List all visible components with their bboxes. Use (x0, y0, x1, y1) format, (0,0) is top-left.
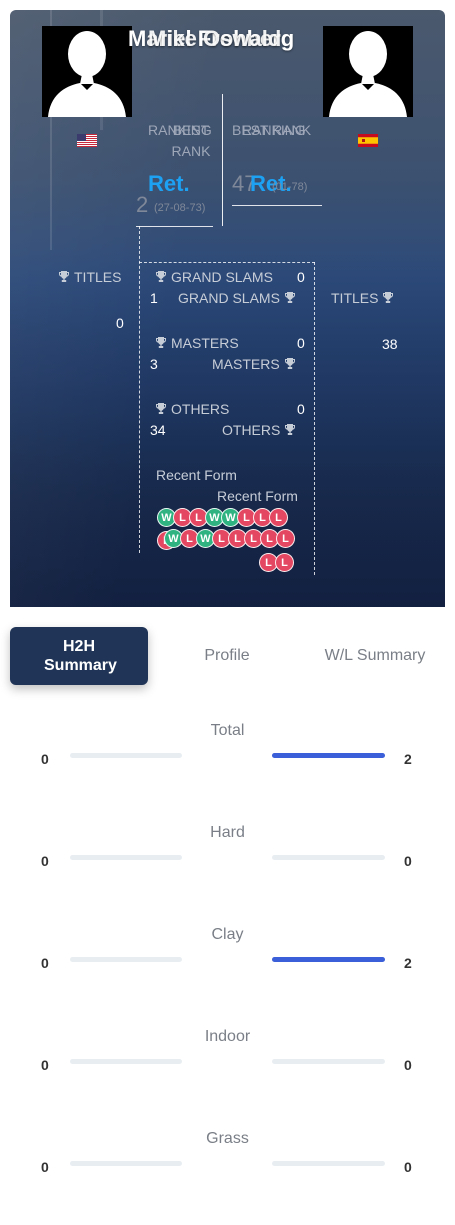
titles-count-left: 0 (116, 315, 124, 331)
surface-right-count: 2 (404, 751, 412, 767)
surface-right-bar (272, 753, 385, 758)
surface-right-bar (272, 1161, 385, 1166)
grand-slams-count-left: 1 (150, 290, 158, 306)
trophy-icon (156, 337, 166, 348)
recent-form-label-left: Recent Form (156, 467, 237, 483)
others-label-lower: OTHERS (222, 422, 300, 438)
surface-right-bar (272, 957, 385, 962)
h2h-header: Mariel Frohberg Mike Oswald RANKING BEST… (10, 10, 445, 607)
others-label-upper: OTHERS (151, 401, 229, 417)
us-flag-icon (77, 134, 97, 147)
best-rank-label-left: BEST RANK (171, 122, 211, 159)
surface-right-count: 0 (404, 1057, 412, 1073)
masters-count-left: 3 (150, 356, 158, 372)
masters-label-upper: MASTERS (151, 335, 239, 351)
masters-count-right: 0 (297, 335, 305, 351)
player-right-name[interactable]: Mike Oswald (148, 26, 281, 52)
surface-title: Clay (211, 926, 244, 943)
form-badge-right: L (275, 553, 294, 572)
best-rank-date-left: (27-08-73) (154, 202, 206, 214)
titles-count-right: 38 (382, 336, 398, 352)
surface-left-bar (70, 957, 182, 962)
surface-left-count: 0 (41, 1057, 49, 1073)
trophy-icon (156, 271, 166, 282)
surface-right-bar-fill (272, 957, 385, 962)
rank-underline-left (136, 226, 213, 227)
surface-left-count: 0 (41, 853, 49, 869)
grand-slams-label-upper: GRAND SLAMS (151, 269, 273, 285)
player-right-avatar[interactable] (323, 26, 413, 117)
stats-divider-right (314, 262, 315, 575)
surface-right-bar (272, 1059, 385, 1064)
surface-left-bar (70, 855, 182, 860)
titles-label-left: TITLES (54, 269, 121, 285)
surface-title: Hard (210, 824, 245, 841)
center-divider (222, 94, 223, 226)
best-rank-date-right: (01-78) (272, 181, 308, 193)
tab-wl-summary[interactable]: W/L Summary (315, 647, 435, 665)
surface-right-bar (272, 855, 385, 860)
form-badge-left: L (269, 508, 288, 527)
surface-right-count: 2 (404, 955, 412, 971)
surface-right-count: 0 (404, 1159, 412, 1175)
surface-title: Grass (206, 1130, 249, 1147)
trophy-icon (284, 358, 295, 369)
grand-slams-count-right: 0 (297, 269, 305, 285)
best-rank-value-left: 2 (136, 192, 149, 217)
stats-divider-left (139, 226, 140, 553)
surface-right-bar-fill (272, 753, 385, 758)
trophy-icon (59, 271, 69, 282)
trophy-icon (383, 292, 394, 303)
tab-h2h-summary[interactable]: H2H Summary (10, 627, 148, 685)
surface-left-bar (70, 1161, 182, 1166)
surface-right-count: 0 (404, 853, 412, 869)
surface-left-count: 0 (41, 751, 49, 767)
surface-left-count: 0 (41, 1159, 49, 1175)
others-count-right: 0 (297, 401, 305, 417)
surface-title: Total (210, 722, 245, 739)
trophy-icon (156, 403, 166, 414)
es-flag-icon (358, 134, 378, 147)
rank-value-left: Ret. (148, 171, 190, 196)
recent-form-label-right: Recent Form (217, 488, 298, 504)
stats-divider-top (139, 262, 315, 263)
trophy-icon (284, 292, 295, 303)
titles-label-right: TITLES (331, 290, 398, 306)
ranking-label-right: RANKING (242, 122, 306, 138)
surface-title: Indoor (204, 1028, 251, 1045)
surface-left-bar (70, 753, 182, 758)
form-badge-right: L (276, 529, 295, 548)
tab-profile[interactable]: Profile (177, 647, 277, 665)
masters-label-lower: MASTERS (212, 356, 300, 372)
others-count-left: 34 (150, 422, 166, 438)
rank-underline-right (232, 205, 322, 206)
player-left-avatar[interactable] (42, 26, 132, 117)
trophy-icon (285, 424, 296, 435)
grand-slams-label-lower: GRAND SLAMS (178, 290, 300, 306)
tab-h2h-summary-label: H2H Summary (44, 638, 117, 674)
surface-left-bar (70, 1059, 182, 1064)
surface-left-count: 0 (41, 955, 49, 971)
